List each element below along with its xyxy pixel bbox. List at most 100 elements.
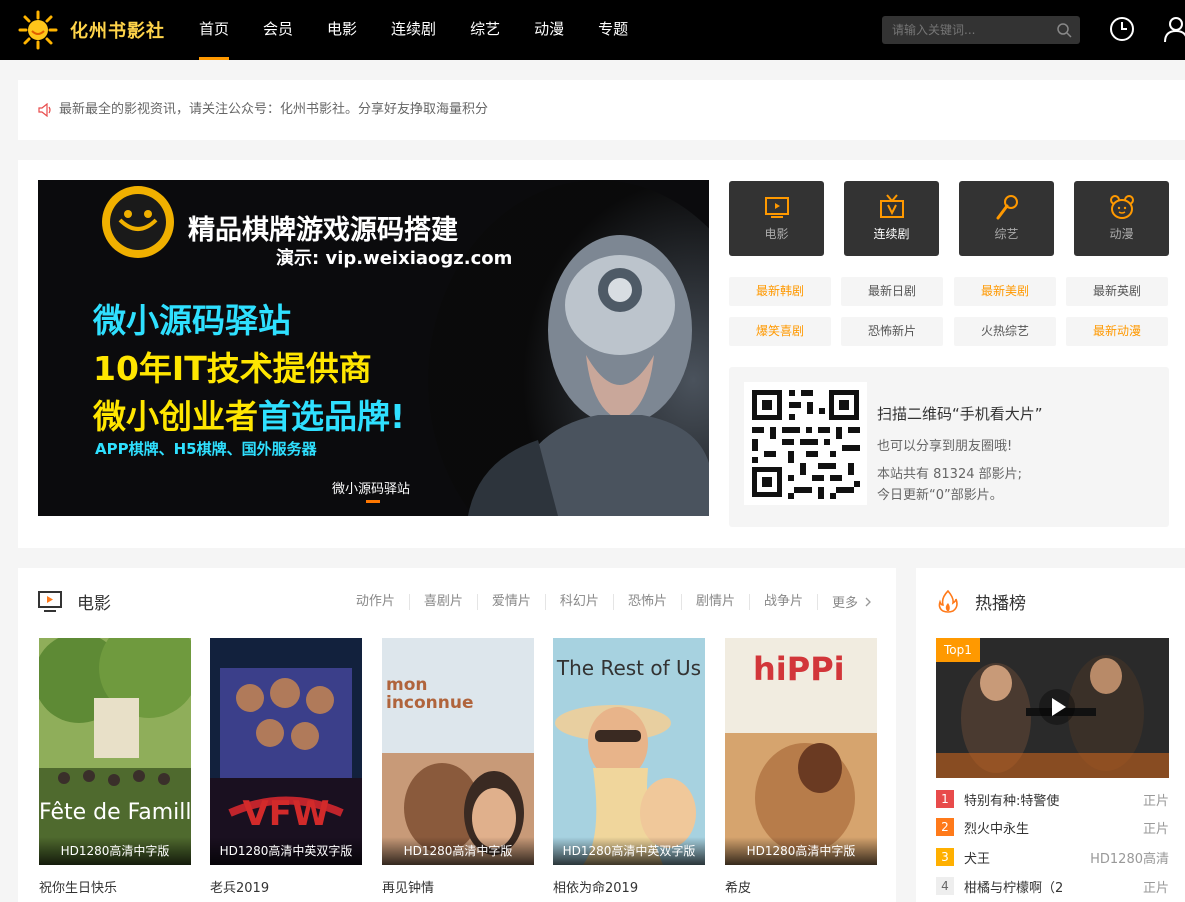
tag-japanese-drama[interactable]: 最新日剧 bbox=[841, 277, 943, 306]
nav-item-movies[interactable]: 电影 bbox=[310, 0, 374, 60]
genre-war[interactable]: 战争片 bbox=[750, 593, 818, 610]
genre-horror[interactable]: 恐怖片 bbox=[614, 593, 682, 610]
banner-slogan-2: 微小创业者首选品牌! bbox=[93, 390, 405, 438]
rank-status: 正片 bbox=[1142, 793, 1169, 809]
bear-icon bbox=[1110, 195, 1134, 219]
tag-variety[interactable]: 火热综艺 bbox=[954, 317, 1056, 346]
play-icon[interactable] bbox=[1038, 688, 1076, 726]
banner-caption: 微小源码驿站 bbox=[332, 482, 411, 497]
category-movies[interactable]: 电影 bbox=[729, 181, 824, 256]
category-series[interactable]: 连续剧 bbox=[844, 181, 939, 256]
section-header: 热播榜 bbox=[936, 588, 1026, 614]
poster-image bbox=[382, 638, 534, 865]
speaker-icon bbox=[38, 103, 51, 117]
banner-slogan: 10年IT技术提供商 bbox=[93, 349, 372, 388]
rank-status: 正片 bbox=[1142, 821, 1169, 837]
genre-comedy[interactable]: 喜剧片 bbox=[410, 593, 478, 610]
poster-title: VFW bbox=[242, 794, 330, 834]
search-box bbox=[882, 16, 1080, 44]
top1-poster[interactable]: Top1 bbox=[936, 638, 1169, 778]
banner-slide[interactable]: 精品棋牌游戏源码搭建 演示: vip.weixiaogz.com 微小源码驿站 … bbox=[38, 180, 709, 516]
site-today-count: 今日更新“0”部影片。 bbox=[877, 488, 1003, 503]
nav-item-variety[interactable]: 综艺 bbox=[453, 0, 517, 60]
banner-headline: 精品棋牌游戏源码搭建 bbox=[188, 215, 458, 246]
slide-indicator[interactable] bbox=[366, 500, 380, 503]
genre-subnav: 动作片 喜剧片 爱情片 科幻片 恐怖片 剧情片 战争片 更多 bbox=[342, 592, 874, 611]
ranking-item[interactable]: 4 柑橘与柠檬啊（2 正片 bbox=[936, 875, 1169, 897]
ranking-item[interactable]: 1 特别有种:特警使 正片 bbox=[936, 788, 1169, 810]
qr-subtitle: 也可以分享到朋友圈哦! bbox=[877, 439, 1013, 454]
rank-number: 2 bbox=[936, 818, 954, 836]
genre-action[interactable]: 动作片 bbox=[342, 593, 410, 610]
nav-item-anime[interactable]: 动漫 bbox=[517, 0, 581, 60]
movie-poster[interactable]: hiPPi HD1280高清中字版 bbox=[725, 638, 877, 865]
section-title: 热播榜 bbox=[975, 593, 1026, 614]
rank-title: 犬王 bbox=[964, 851, 991, 867]
hot-ranking-section: 热播榜 Top1 1 特别有种:特警使 正片 2 烈火中永生 正片 3 犬王 H… bbox=[916, 568, 1185, 902]
rank-number: 1 bbox=[936, 790, 954, 808]
user-icon[interactable] bbox=[1162, 15, 1185, 43]
site-name: 化州书影社 bbox=[70, 21, 165, 42]
more-label: 更多 bbox=[831, 596, 858, 611]
tag-horror[interactable]: 恐怖新片 bbox=[841, 317, 943, 346]
nav-item-home[interactable]: 首页 bbox=[182, 0, 246, 60]
category-label: 综艺 bbox=[994, 227, 1019, 241]
movie-poster[interactable]: mon inconnue HD1280高清中字版 bbox=[382, 638, 534, 865]
quality-badge: HD1280高清中字版 bbox=[39, 837, 191, 865]
movie-title[interactable]: 老兵2019 bbox=[210, 877, 269, 896]
qr-title: 扫描二维码“手机看大片” bbox=[877, 405, 1043, 423]
notice-text: 最新最全的影视资讯，请关注公众号：化州书影社。分享好友挣取海量积分 bbox=[59, 102, 489, 117]
category-anime[interactable]: 动漫 bbox=[1074, 181, 1169, 256]
movie-poster[interactable]: VFW HD1280高清中英双字版 bbox=[210, 638, 362, 865]
nav-item-series[interactable]: 连续剧 bbox=[374, 0, 453, 60]
rank-status: HD1280高清 bbox=[1090, 851, 1169, 867]
poster-title: The Rest of Us bbox=[556, 656, 702, 680]
history-clock-icon[interactable] bbox=[1109, 16, 1135, 42]
movie-title[interactable]: 祝你生日快乐 bbox=[39, 877, 117, 896]
rank-title: 烈火中永生 bbox=[964, 821, 1030, 837]
rank-title: 柑橘与柠檬啊（2 bbox=[964, 880, 1064, 896]
chevron-right-icon bbox=[865, 597, 871, 606]
poster-title: Fête de Famille bbox=[39, 800, 191, 825]
microphone-icon bbox=[996, 195, 1018, 220]
movie-title[interactable]: 再见钟情 bbox=[382, 877, 434, 896]
rank-title: 特别有种:特警使 bbox=[964, 793, 1060, 809]
banner-demo-url: 演示: vip.weixiaogz.com bbox=[276, 248, 513, 269]
tv-antenna-icon bbox=[880, 194, 904, 218]
more-link[interactable]: 更多 bbox=[818, 592, 874, 611]
tag-comedy[interactable]: 爆笑喜剧 bbox=[729, 317, 831, 346]
category-variety[interactable]: 综艺 bbox=[959, 181, 1054, 256]
site-logo[interactable]: 化州书影社 bbox=[18, 10, 165, 50]
rank-status: 正片 bbox=[1142, 880, 1169, 896]
movie-poster[interactable]: Fête de Famille HD1280高清中字版 bbox=[39, 638, 191, 865]
banner-brand: 微小源码驿站 bbox=[93, 301, 291, 340]
movies-section: 电影 动作片 喜剧片 爱情片 科幻片 恐怖片 剧情片 战争片 更多 Fête d… bbox=[18, 568, 896, 902]
nav-item-vip[interactable]: 会员 bbox=[246, 0, 310, 60]
genre-romance[interactable]: 爱情片 bbox=[478, 593, 546, 610]
nav-item-topics[interactable]: 专题 bbox=[581, 0, 645, 60]
category-label: 电影 bbox=[764, 227, 789, 241]
search-icon[interactable] bbox=[1056, 22, 1072, 38]
ranking-item[interactable]: 3 犬王 HD1280高清 bbox=[936, 846, 1169, 868]
banner-slogan-2b: 首选品牌! bbox=[258, 397, 406, 436]
movie-title[interactable]: 相依为命2019 bbox=[553, 877, 638, 896]
tv-icon bbox=[765, 197, 789, 218]
ranking-item[interactable]: 2 烈火中永生 正片 bbox=[936, 816, 1169, 838]
top1-badge: Top1 bbox=[936, 638, 980, 662]
movie-poster[interactable]: The Rest of Us HD1280高清中英双字版 bbox=[553, 638, 705, 865]
genre-scifi[interactable]: 科幻片 bbox=[546, 593, 614, 610]
genre-drama[interactable]: 剧情片 bbox=[682, 593, 750, 610]
tag-british-drama[interactable]: 最新英剧 bbox=[1066, 277, 1168, 306]
quality-badge: HD1280高清中英双字版 bbox=[210, 837, 362, 865]
movie-title[interactable]: 希皮 bbox=[725, 877, 751, 896]
quality-badge: HD1280高清中英双字版 bbox=[553, 837, 705, 865]
tag-american-drama[interactable]: 最新美剧 bbox=[954, 277, 1056, 306]
featured-section: 精品棋牌游戏源码搭建 演示: vip.weixiaogz.com 微小源码驿站 … bbox=[18, 160, 1185, 548]
tag-anime[interactable]: 最新动漫 bbox=[1066, 317, 1168, 346]
qr-promo: 扫描二维码“手机看大片” 也可以分享到朋友圈哦! 本站共有 81324 部影片;… bbox=[729, 367, 1169, 527]
main-nav: 首页 会员 电影 连续剧 综艺 动漫 专题 bbox=[182, 0, 645, 60]
tag-korean-drama[interactable]: 最新韩剧 bbox=[729, 277, 831, 306]
section-title: 电影 bbox=[77, 593, 111, 614]
fire-icon bbox=[938, 589, 958, 613]
search-input[interactable] bbox=[882, 16, 1042, 44]
